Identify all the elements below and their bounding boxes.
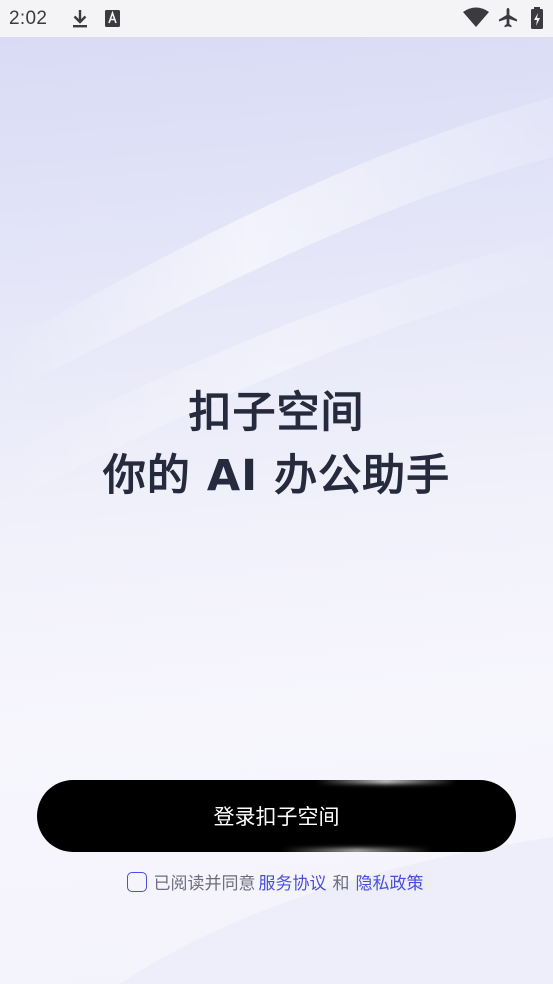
button-glow-bottom <box>282 848 432 852</box>
wifi-icon <box>462 7 490 33</box>
agreement-checkbox[interactable] <box>126 871 147 892</box>
terms-of-service-link[interactable]: 服务协议 <box>259 869 327 894</box>
login-screen: 扣子空间 你的 AI 办公助手 登录扣子空间 已阅读并同意 服务协议 和 隐私政… <box>0 37 553 984</box>
download-icon <box>70 8 90 34</box>
login-button[interactable]: 登录扣子空间 <box>37 780 516 852</box>
app-name-heading: 扣子空间 <box>188 388 365 438</box>
status-bar: 2:02 <box>0 0 553 37</box>
button-glow-top <box>316 780 456 784</box>
agreement-row: 已阅读并同意 服务协议 和 隐私政策 <box>0 869 553 894</box>
airplane-mode-icon <box>496 6 520 34</box>
agreement-conjunction: 和 <box>332 874 350 894</box>
battery-charging-icon <box>530 6 544 34</box>
font-a-icon <box>104 8 122 34</box>
tagline-heading: 你的 AI 办公助手 <box>102 451 451 501</box>
privacy-policy-link[interactable]: 隐私政策 <box>356 869 424 894</box>
status-time: 2:02 <box>9 8 48 29</box>
hero-title: 扣子空间 你的 AI 办公助手 <box>0 383 553 506</box>
agreement-prefix: 已阅读并同意 <box>153 874 256 894</box>
login-button-label: 登录扣子空间 <box>213 805 340 829</box>
